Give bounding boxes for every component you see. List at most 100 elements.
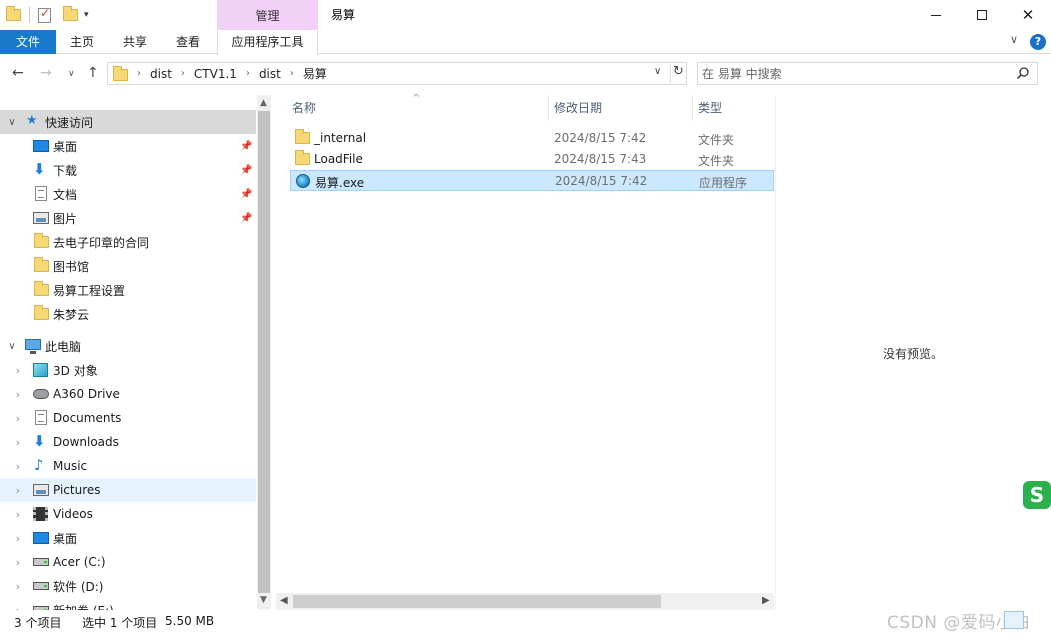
up-arrow-icon[interactable]: ↑ (87, 65, 99, 81)
chevron-right-icon[interactable]: › (12, 388, 24, 401)
column-header-date[interactable]: 修改日期 (554, 95, 602, 121)
recent-locations-icon[interactable]: ∨ (68, 69, 75, 79)
column-divider[interactable] (548, 95, 549, 121)
large-icons-view-icon[interactable] (1026, 611, 1046, 629)
tab-view[interactable]: 查看 (166, 30, 210, 54)
item-count: 3 个项目 (14, 616, 62, 630)
breadcrumb-dist[interactable]: dist (150, 67, 172, 81)
tree-item-3d-objects[interactable]: › 3D 对象 (0, 358, 256, 382)
tree-label: Videos (53, 507, 93, 521)
scroll-down-icon[interactable]: ▼ (260, 595, 267, 605)
tree-item-folder[interactable]: 图书馆 (0, 254, 256, 278)
chevron-right-icon[interactable]: › (12, 436, 24, 449)
tree-item-drive-d[interactable]: › 软件 (D:) (0, 574, 256, 598)
file-type: 文件夹 (698, 154, 735, 168)
tree-label: 桌面 (53, 139, 78, 154)
chevron-right-icon[interactable]: › (12, 412, 24, 425)
chevron-right-icon[interactable]: › (12, 364, 24, 377)
tree-item-downloads[interactable]: ⬇ 下载 📌 (0, 158, 256, 182)
expand-ribbon-icon[interactable]: ∨ (1010, 33, 1018, 46)
column-header-name[interactable]: 名称 (292, 95, 316, 121)
chevron-down-icon[interactable]: ∨ (6, 341, 18, 352)
pin-icon[interactable]: 📌 (240, 213, 252, 224)
tab-application-tools[interactable]: 应用程序工具 (217, 30, 318, 55)
desktop-icon (33, 140, 49, 152)
tree-item-documents[interactable]: 文档 📌 (0, 182, 256, 206)
pin-icon[interactable]: 📌 (240, 189, 252, 200)
maximize-button[interactable] (959, 0, 1005, 30)
file-row-selected[interactable]: 易算.exe 2024/8/15 7:42 应用程序 (290, 170, 774, 191)
scroll-up-icon[interactable]: ▲ (260, 98, 267, 108)
chevron-right-icon[interactable]: › (12, 580, 24, 593)
pin-icon[interactable]: 📌 (240, 165, 252, 176)
search-input[interactable] (702, 65, 1002, 82)
file-list-scrollbar[interactable]: ◀ ▶ (276, 593, 774, 610)
scroll-right-icon[interactable]: ▶ (762, 595, 770, 606)
pictures-icon (33, 484, 49, 496)
chevron-right-icon[interactable]: › (12, 484, 24, 497)
navigation-scrollbar[interactable]: ▲ ▼ (257, 95, 271, 610)
tree-quick-access[interactable]: ∨ ★ 快速访问 (0, 110, 256, 134)
pin-icon[interactable]: 📌 (240, 141, 252, 152)
chevron-right-icon[interactable]: › (246, 68, 250, 79)
minimize-button[interactable] (913, 0, 959, 30)
column-header-type[interactable]: 类型 (698, 95, 722, 121)
tree-item-pictures[interactable]: 图片 📌 (0, 206, 256, 230)
refresh-icon[interactable]: ↻ (670, 64, 686, 83)
scroll-left-icon[interactable]: ◀ (280, 595, 288, 606)
tab-file[interactable]: 文件 (0, 30, 56, 54)
tree-label: 图书馆 (53, 259, 90, 274)
details-view-icon[interactable] (1004, 611, 1024, 629)
chevron-right-icon[interactable]: › (290, 68, 294, 79)
chevron-right-icon[interactable]: › (12, 460, 24, 473)
new-folder-icon[interactable] (63, 6, 78, 21)
chevron-down-icon[interactable]: ∨ (6, 117, 18, 128)
column-divider[interactable] (692, 95, 693, 121)
address-bar[interactable]: › dist › CTV1.1 › dist › 易算 ∨ ↻ (107, 62, 687, 85)
file-row[interactable]: LoadFile 2024/8/15 7:43 文件夹 (290, 149, 774, 170)
customize-dropdown-icon[interactable]: ▾ (84, 10, 89, 20)
chevron-right-icon[interactable]: › (137, 68, 141, 79)
tree-item-videos[interactable]: › Videos (0, 502, 256, 526)
computer-icon (25, 339, 41, 354)
windows-drive-icon (33, 558, 49, 566)
chevron-right-icon[interactable]: › (181, 68, 185, 79)
tree-item-folder[interactable]: 去电子印章的合同 (0, 230, 256, 254)
sogou-ime-icon[interactable]: S (1023, 481, 1051, 509)
breadcrumb-dist-2[interactable]: dist (259, 67, 281, 81)
scrollbar-thumb[interactable] (258, 111, 270, 593)
tree-item-folder[interactable]: 朱梦云 (0, 302, 256, 326)
search-icon[interactable] (1016, 66, 1030, 80)
tree-this-pc[interactable]: ∨ 此电脑 (0, 334, 256, 358)
folder-icon (34, 281, 49, 296)
folder-icon[interactable] (6, 6, 21, 21)
back-arrow-icon[interactable]: ← (12, 65, 24, 81)
tree-item-a360[interactable]: › A360 Drive (0, 382, 256, 406)
breadcrumb-ctv[interactable]: CTV1.1 (194, 67, 237, 81)
help-icon[interactable]: ? (1030, 34, 1046, 50)
tree-item-music[interactable]: › ♪ Music (0, 454, 256, 478)
tree-item-drive-c[interactable]: › Acer (C:) (0, 550, 256, 574)
file-row[interactable]: _internal 2024/8/15 7:42 文件夹 (290, 128, 774, 149)
video-icon (33, 507, 48, 521)
search-box[interactable] (697, 62, 1038, 85)
scrollbar-thumb[interactable] (293, 595, 661, 608)
tree-item-documents-pc[interactable]: › Documents (0, 406, 256, 430)
close-button[interactable]: ✕ (1005, 0, 1051, 30)
chevron-right-icon[interactable]: › (12, 508, 24, 521)
tree-item-folder[interactable]: 易算工程设置 (0, 278, 256, 302)
chevron-right-icon[interactable]: › (12, 532, 24, 545)
tree-item-desktop[interactable]: 桌面 📌 (0, 134, 256, 158)
breadcrumb-current[interactable]: 易算 (303, 65, 327, 82)
properties-icon[interactable] (38, 6, 51, 23)
tree-item-pictures-pc[interactable]: › Pictures (0, 478, 256, 502)
chevron-right-icon[interactable]: › (12, 556, 24, 569)
tree-item-downloads-pc[interactable]: › ⬇ Downloads (0, 430, 256, 454)
tree-item-desktop-pc[interactable]: › 桌面 (0, 526, 256, 550)
tab-share[interactable]: 共享 (114, 30, 156, 54)
tab-home[interactable]: 主页 (60, 30, 104, 54)
forward-arrow-icon[interactable]: → (40, 65, 52, 81)
tree-label: A360 Drive (53, 387, 120, 401)
address-dropdown-icon[interactable]: ∨ (654, 66, 661, 77)
tree-item-drive-e[interactable]: › 新加卷 (E:) (0, 598, 256, 610)
